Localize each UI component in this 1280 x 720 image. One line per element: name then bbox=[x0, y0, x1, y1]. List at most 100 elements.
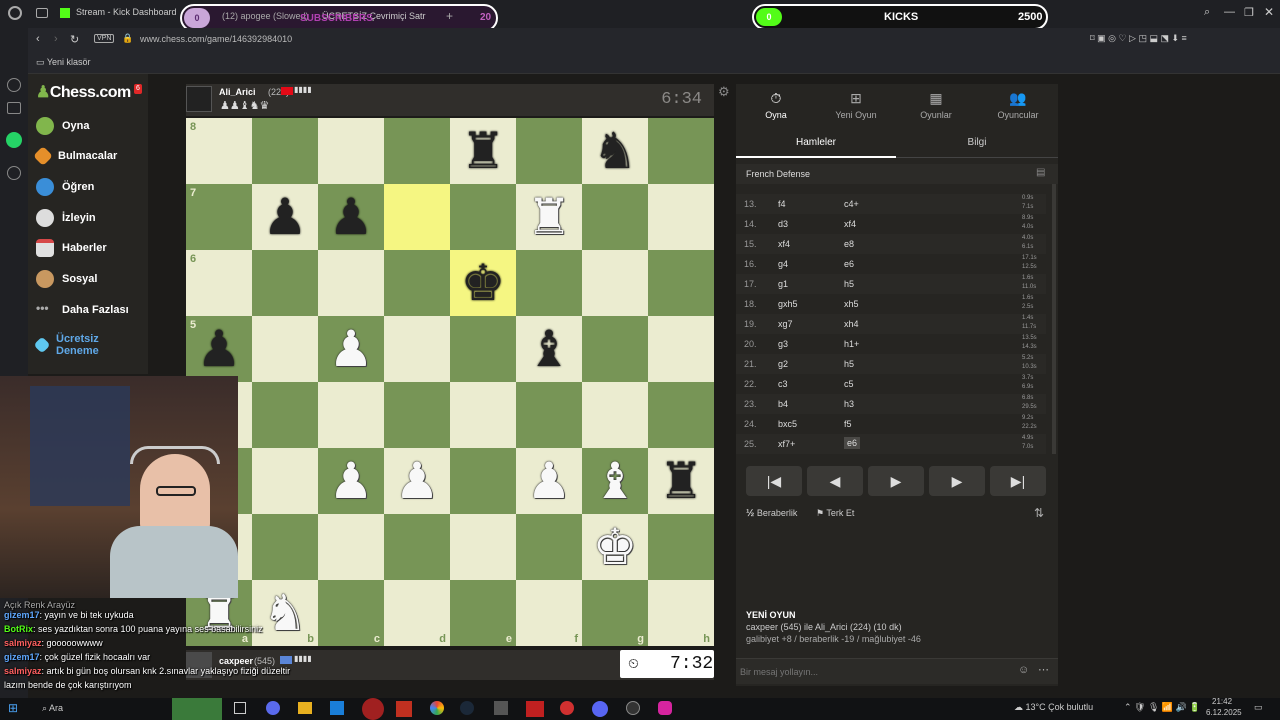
emoji-icon[interactable]: ☺ bbox=[1018, 664, 1029, 676]
draw-button[interactable]: ½ Beraberlik bbox=[746, 508, 797, 519]
black-move[interactable]: xf4 bbox=[844, 219, 856, 229]
reload-icon[interactable]: ↻ bbox=[70, 33, 79, 46]
taskbar-widget[interactable] bbox=[172, 698, 222, 720]
next-move-button[interactable]: ▶ bbox=[929, 466, 985, 496]
square-d6[interactable] bbox=[384, 250, 450, 316]
square-e1[interactable]: e bbox=[450, 580, 516, 646]
square-b6[interactable] bbox=[252, 250, 318, 316]
nav-play[interactable]: Oyna bbox=[36, 114, 90, 138]
flip-board-icon[interactable]: ⇅ bbox=[1034, 506, 1044, 520]
square-f6[interactable] bbox=[516, 250, 582, 316]
forward-icon[interactable]: › bbox=[54, 33, 58, 45]
white-move[interactable]: g4 bbox=[778, 259, 788, 269]
history-icon[interactable] bbox=[7, 166, 21, 180]
square-f1[interactable]: f bbox=[516, 580, 582, 646]
white-move[interactable]: g1 bbox=[778, 279, 788, 289]
square-h2[interactable] bbox=[648, 514, 714, 580]
square-e7[interactable] bbox=[450, 184, 516, 250]
piece-b7[interactable]: ♟ bbox=[252, 184, 318, 250]
notification-icon[interactable]: ▭ bbox=[1254, 702, 1263, 713]
nav-puzzles[interactable]: Bulmacalar bbox=[33, 144, 117, 168]
square-c4[interactable] bbox=[318, 382, 384, 448]
url-field[interactable]: www.chess.com/game/146392984010 bbox=[140, 34, 292, 44]
subtab-info[interactable]: Bilgi bbox=[896, 130, 1058, 158]
square-c8[interactable] bbox=[318, 118, 384, 184]
white-move[interactable]: f4 bbox=[778, 199, 786, 209]
aria-icon[interactable] bbox=[7, 102, 21, 114]
white-move[interactable]: gxh5 bbox=[778, 299, 798, 309]
piece-h3[interactable]: ♜ bbox=[648, 448, 714, 514]
square-g5[interactable] bbox=[582, 316, 648, 382]
white-move[interactable]: b4 bbox=[778, 399, 788, 409]
avatar[interactable] bbox=[186, 86, 212, 112]
square-h4[interactable] bbox=[648, 382, 714, 448]
square-f8[interactable] bbox=[516, 118, 582, 184]
move-list-scrollbar[interactable] bbox=[1052, 184, 1056, 454]
black-move[interactable]: h3 bbox=[844, 399, 854, 409]
last-move-button[interactable]: ▶| bbox=[990, 466, 1046, 496]
piece-d3[interactable]: ♟ bbox=[384, 448, 450, 514]
square-c6[interactable] bbox=[318, 250, 384, 316]
square-b8[interactable] bbox=[252, 118, 318, 184]
piece-e6[interactable]: ♚ bbox=[450, 250, 516, 316]
tab-games[interactable]: ▦ Oyunlar bbox=[896, 90, 976, 120]
steam-icon[interactable] bbox=[460, 701, 474, 715]
square-e4[interactable] bbox=[450, 382, 516, 448]
play-button[interactable]: ▶ bbox=[868, 466, 924, 496]
black-move[interactable]: e6 bbox=[844, 437, 861, 449]
opera-taskbar-icon[interactable] bbox=[362, 698, 384, 720]
square-a6[interactable]: 6 bbox=[186, 250, 252, 316]
square-e2[interactable] bbox=[450, 514, 516, 580]
tray-icons[interactable]: ⌃ 🛡 🎙 📶 🔊 🔋 bbox=[1124, 702, 1201, 713]
subtab-moves[interactable]: Hamleler bbox=[736, 130, 896, 158]
white-move[interactable]: c3 bbox=[778, 379, 788, 389]
opera-logo-icon[interactable] bbox=[8, 6, 22, 20]
tab-players[interactable]: 👥 Oyuncular bbox=[978, 90, 1058, 120]
move-row[interactable]: 20. g3 h1+ 13.5s 14.3s bbox=[736, 334, 1046, 354]
white-move[interactable]: xf7+ bbox=[778, 439, 795, 449]
bookmark-folder[interactable]: ▭ Yeni klasör bbox=[36, 57, 91, 68]
square-f4[interactable] bbox=[516, 382, 582, 448]
square-d8[interactable] bbox=[384, 118, 450, 184]
black-move[interactable]: xh4 bbox=[844, 319, 859, 329]
white-move[interactable]: xf4 bbox=[778, 239, 790, 249]
book-icon[interactable]: ▤ bbox=[1036, 167, 1045, 178]
message-input[interactable] bbox=[740, 663, 1000, 681]
file-explorer-icon[interactable] bbox=[298, 702, 312, 714]
minimize-icon[interactable]: — bbox=[1224, 6, 1235, 18]
nav-free-trial[interactable]: Ücretsiz Deneme bbox=[33, 328, 116, 362]
chrome-icon[interactable] bbox=[430, 701, 444, 715]
chat-username[interactable]: gizem17 bbox=[4, 610, 40, 620]
tab-kick-dashboard[interactable]: Stream - Kick Dashboard bbox=[60, 6, 180, 22]
chat-username[interactable]: salmiyaz bbox=[4, 638, 42, 648]
copilot-icon[interactable] bbox=[266, 701, 280, 715]
chesscom-logo[interactable]: ♟Chess.com bbox=[36, 82, 131, 102]
square-d7[interactable] bbox=[384, 184, 450, 250]
piece-c3[interactable]: ♟ bbox=[318, 448, 384, 514]
app-icon[interactable] bbox=[396, 701, 412, 717]
more-options-icon[interactable]: ⋯ bbox=[1038, 663, 1049, 676]
chess-board[interactable]: 8 7 6 5 a b c d e f g h ♜ ♞ ♟ ♟ ♜ ♚ ♟ ♟ ♝ ♟ ♟ ♟ ♝ ♜ ♚ ♜ ♞ bbox=[186, 118, 714, 646]
square-e5[interactable] bbox=[450, 316, 516, 382]
square-h7[interactable] bbox=[648, 184, 714, 250]
square-b4[interactable] bbox=[252, 382, 318, 448]
move-row[interactable]: 18. gxh5 xh5 1.6s 2.5s bbox=[736, 294, 1046, 314]
white-move[interactable]: bxc5 bbox=[778, 419, 797, 429]
task-view-icon[interactable] bbox=[234, 702, 246, 714]
square-b3[interactable] bbox=[252, 448, 318, 514]
piece-f3[interactable]: ♟ bbox=[516, 448, 582, 514]
black-move[interactable]: xh5 bbox=[844, 299, 859, 309]
piece-g2[interactable]: ♚ bbox=[582, 514, 648, 580]
move-row[interactable]: 17. g1 h5 1.6s 11.0s bbox=[736, 274, 1046, 294]
nav-more[interactable]: ••• Daha Fazlası bbox=[36, 298, 129, 322]
windows-start-icon[interactable]: ⊞ bbox=[8, 701, 18, 715]
chat-username[interactable]: gizem17 bbox=[4, 652, 40, 662]
square-a7[interactable]: 7 bbox=[186, 184, 252, 250]
search-icon[interactable]: ⌕ bbox=[1204, 6, 1210, 19]
close-icon[interactable]: ✕ bbox=[1264, 5, 1274, 19]
piece-c5[interactable]: ♟ bbox=[318, 316, 384, 382]
clock-time[interactable]: 21:42 bbox=[1212, 697, 1232, 706]
move-row[interactable]: 24. bxc5 f5 9.2s 22.2s bbox=[736, 414, 1046, 434]
previous-move-button[interactable]: ◀ bbox=[807, 466, 863, 496]
black-move[interactable]: h5 bbox=[844, 359, 854, 369]
